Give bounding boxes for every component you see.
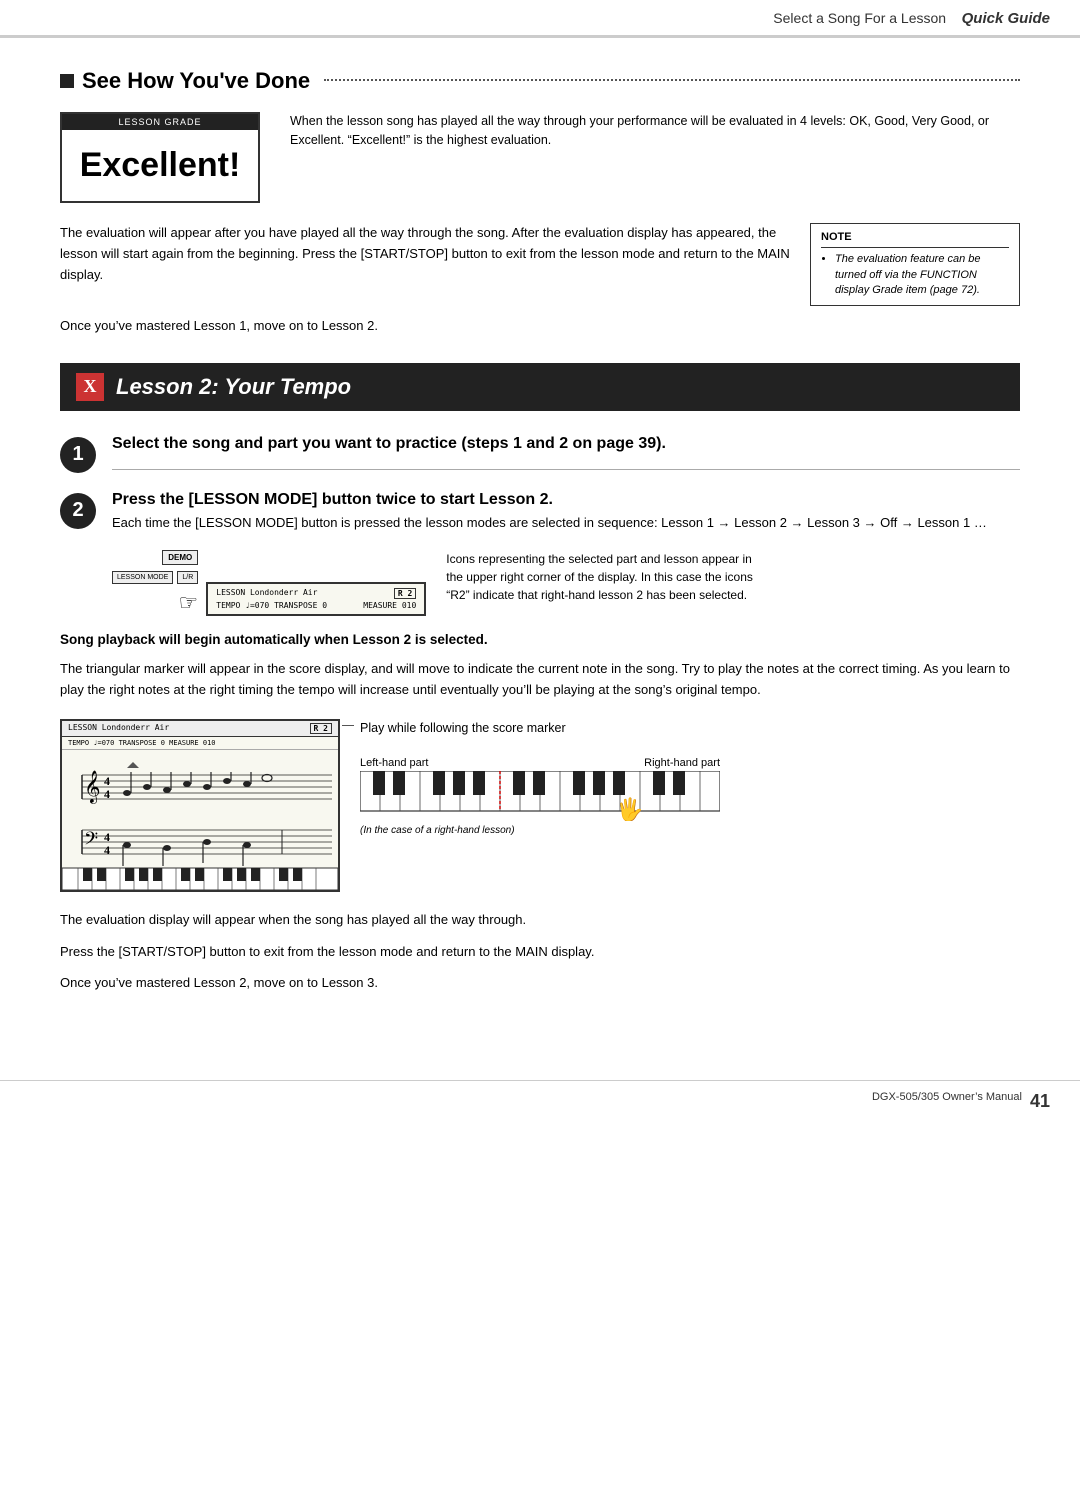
body-text-3: The evaluation display will appear when …	[60, 910, 1020, 931]
finger-icon: ☞	[179, 590, 199, 616]
excellent-area: LESSON GRADE Excellent! When the lesson …	[60, 112, 1020, 203]
score-header-right: R 2	[310, 723, 332, 734]
section1-heading: See How You've Done	[60, 68, 1020, 94]
body-text-3-content: The evaluation display will appear when …	[60, 912, 526, 927]
display-area: DEMO LESSON MODE L/R ☞ LESSON Londonderr…	[112, 550, 1020, 616]
step1-content: Select the song and part you want to pra…	[112, 435, 1020, 470]
step1-circle: 1	[60, 437, 96, 473]
step2-item: 2 Press the [LESSON MODE] button twice t…	[60, 491, 1020, 533]
playback-bold: Song playback will begin automatically w…	[60, 632, 1020, 647]
main-content: See How You've Done LESSON GRADE Excelle…	[0, 38, 1080, 1060]
screen-line2-left: TEMPO ♩=070 TRANSPOSE 0	[216, 601, 327, 610]
keyboard-diagram-container: Left-hand part Right-hand part	[360, 757, 700, 836]
dotted-line	[324, 79, 1020, 81]
device-screen: LESSON Londonderr Air R 2 TEMPO ♩=070 TR…	[206, 582, 426, 616]
score-annotation: Play while following the score marker Le…	[360, 719, 700, 837]
lesson2-heading: Lesson 2: Your Tempo	[116, 374, 351, 400]
btn-group: LESSON MODE L/R	[112, 571, 198, 584]
body-text-1: NOTE The evaluation feature can be turne…	[60, 223, 1020, 306]
svg-text:4: 4	[104, 843, 110, 857]
quick-guide-label: Quick Guide	[962, 10, 1050, 27]
left-hand-label: Left-hand part	[360, 757, 429, 769]
note-header: NOTE	[821, 230, 1009, 248]
lesson-grade-label: LESSON GRADE	[62, 114, 258, 130]
score-area: LESSON Londonderr Air R 2 TEMPO ♩=070 TR…	[60, 719, 1020, 892]
keyboard-svg: 🖐	[360, 771, 720, 821]
svg-text:🖐: 🖐	[616, 796, 643, 821]
note-list: The evaluation feature can be turned off…	[821, 252, 1009, 298]
body-text-1-content: The evaluation will appear after you hav…	[60, 225, 790, 282]
excellent-box-body: Excellent!	[62, 130, 258, 201]
device-buttons-left: DEMO LESSON MODE L/R ☞	[112, 550, 198, 616]
lr-labels: Left-hand part Right-hand part	[360, 757, 720, 769]
step1-number: 1	[72, 443, 83, 466]
excellent-text: Excellent!	[80, 146, 241, 184]
body-text-4: Press the [START/STOP] button to exit fr…	[60, 942, 1020, 963]
footer-page-number: 41	[1030, 1091, 1050, 1112]
note-text: The evaluation feature can be turned off…	[835, 252, 1009, 298]
body-text-2: The triangular marker will appear in the…	[60, 659, 1020, 701]
screen-row2: TEMPO ♩=070 TRANSPOSE 0 MEASURE 010	[216, 601, 416, 610]
header-title: Select a Song For a Lesson Quick Guide	[773, 10, 1050, 27]
excellent-box: LESSON GRADE Excellent!	[60, 112, 260, 203]
svg-text:𝄞: 𝄞	[84, 771, 101, 804]
mastered-text-1: Once you’ve mastered Lesson 1, move on t…	[60, 318, 1020, 333]
svg-text:𝄢: 𝄢	[84, 828, 98, 853]
note-box: NOTE The evaluation feature can be turne…	[810, 223, 1020, 306]
step2-title: Press the [LESSON MODE] button twice to …	[112, 491, 1020, 509]
btn-lesson[interactable]: LESSON MODE	[112, 571, 173, 584]
score-mockup: LESSON Londonderr Air R 2 TEMPO ♩=070 TR…	[60, 719, 340, 892]
btn-demo[interactable]: DEMO	[162, 550, 198, 565]
score-header-left: LESSON Londonderr Air	[68, 723, 169, 734]
footer: DGX-505/305 Owner’s Manual 41	[0, 1080, 1080, 1122]
step2-content: Press the [LESSON MODE] button twice to …	[112, 491, 1020, 533]
display-note: Icons representing the selected part and…	[446, 550, 766, 604]
body-text-4-content: Press the [START/STOP] button to exit fr…	[60, 944, 594, 959]
step1-item: 1 Select the song and part you want to p…	[60, 435, 1020, 473]
right-hand-label: Right-hand part	[644, 757, 720, 769]
footer-manual-text: DGX-505/305 Owner’s Manual	[872, 1091, 1022, 1112]
btn-lr[interactable]: L/R	[177, 571, 198, 584]
header-title-text: Select a Song For a Lesson	[773, 10, 946, 26]
lesson2-bar: X Lesson 2: Your Tempo	[60, 363, 1020, 411]
excellent-description: When the lesson song has played all the …	[290, 112, 1020, 150]
play-annotation: Play while following the score marker	[360, 719, 700, 738]
step2-circle: 2	[60, 493, 96, 529]
section1-heading-text: See How You've Done	[82, 68, 310, 94]
screen-line1-right: R 2	[394, 588, 416, 599]
mastered-text-2: Once you’ve mastered Lesson 2, move on t…	[60, 975, 1020, 990]
header-bar: Select a Song For a Lesson Quick Guide	[0, 0, 1080, 38]
svg-text:4: 4	[104, 787, 110, 801]
device-mock: DEMO LESSON MODE L/R ☞ LESSON Londonderr…	[112, 550, 426, 616]
score-tempo: TEMPO ♩=070 TRANSPOSE 0 MEASURE 010	[62, 737, 338, 750]
score-header: LESSON Londonderr Air R 2	[62, 721, 338, 737]
page: Select a Song For a Lesson Quick Guide S…	[0, 0, 1080, 1492]
step1-title: Select the song and part you want to pra…	[112, 435, 1020, 453]
screen-row1: LESSON Londonderr Air R 2	[216, 588, 416, 599]
play-annotation-text: Play while following the score marker	[360, 719, 700, 738]
step2-number: 2	[72, 499, 83, 522]
svg-text:4: 4	[104, 774, 110, 788]
svg-text:4: 4	[104, 830, 110, 844]
score-svg: 𝄞 4 4	[62, 750, 338, 890]
step2-desc: Each time the [LESSON MODE] button is pr…	[112, 513, 1020, 533]
square-icon	[60, 74, 74, 88]
in-case-text: (In the case of a right-hand lesson)	[360, 825, 515, 836]
lesson-bar-icon: X	[76, 373, 104, 401]
screen-line1-left: LESSON Londonderr Air	[216, 588, 317, 599]
screen-line2-right: MEASURE 010	[363, 601, 416, 610]
